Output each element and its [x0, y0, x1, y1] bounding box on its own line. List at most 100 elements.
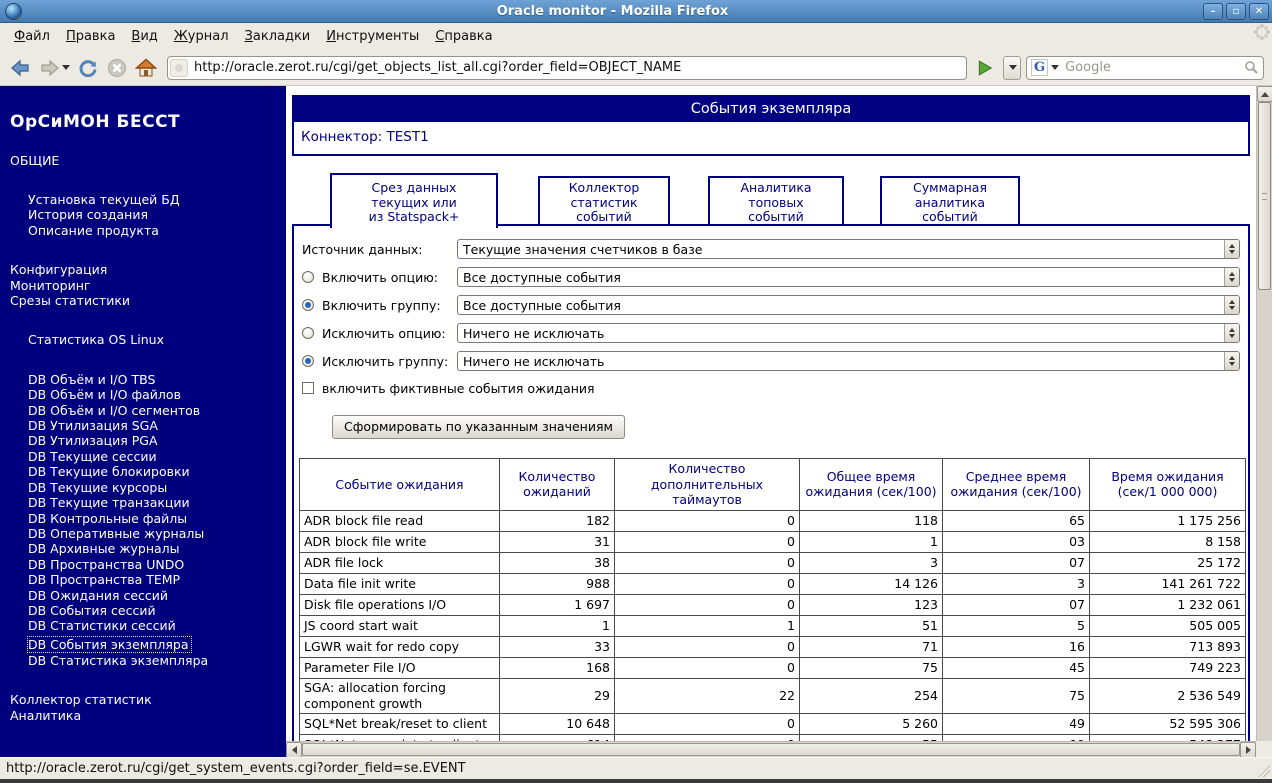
value-cell: 38: [499, 551, 615, 574]
close-button[interactable]: ✕: [1249, 2, 1269, 20]
sidebar-item[interactable]: DB Статистика экземпляра: [28, 653, 282, 668]
sidebar-item[interactable]: История создания: [28, 207, 282, 222]
horizontal-scroll-thumb[interactable]: [302, 743, 1240, 756]
value-cell: 0: [614, 572, 800, 595]
sidebar-item[interactable]: Конфигурация: [10, 262, 282, 277]
url-input[interactable]: http://oracle.zerot.ru/cgi/get_objects_l…: [167, 55, 967, 80]
select-3[interactable]: Ничего не исключать: [457, 323, 1240, 343]
sidebar-item[interactable]: DB Утилизация PGA: [28, 433, 282, 448]
value-cell: 168: [499, 656, 615, 679]
radio-4[interactable]: [302, 355, 314, 367]
sidebar-item[interactable]: DB Архивные журналы: [28, 541, 282, 556]
value-cell: 614: [499, 733, 615, 741]
home-button[interactable]: [134, 56, 158, 80]
select-1[interactable]: Все доступные события: [457, 267, 1240, 287]
minimize-button[interactable]: –: [1203, 2, 1223, 20]
resize-grip[interactable]: [1258, 765, 1270, 777]
menu-item-3[interactable]: Журнал: [166, 25, 237, 48]
url-dropdown-button[interactable]: [1003, 55, 1021, 80]
event-name-cell: Parameter File I/O: [299, 656, 500, 679]
sidebar-section-obschie[interactable]: ОБЩИЕ: [10, 153, 282, 168]
menu-item-2[interactable]: Вид: [123, 25, 165, 48]
radio-3[interactable]: [302, 327, 314, 339]
menu-item-0[interactable]: Файл: [6, 25, 58, 48]
window-title: Oracle monitor - Mozilla Firefox: [496, 3, 729, 19]
sidebar-item[interactable]: Мониторинг: [10, 278, 282, 293]
menu-item-1[interactable]: Правка: [58, 25, 123, 48]
go-button[interactable]: [972, 56, 998, 80]
sidebar-item[interactable]: DB Ожидания сессий: [28, 588, 282, 603]
radio-1[interactable]: [302, 271, 314, 283]
value-cell: 07: [942, 551, 1090, 574]
sidebar-item[interactable]: DB Текущие транзакции: [28, 495, 282, 510]
sidebar-item[interactable]: DB Текущие блокировки: [28, 464, 282, 479]
generate-button[interactable]: Сформировать по указанным значениям: [332, 415, 625, 439]
forward-button[interactable]: [37, 56, 71, 80]
radio-wrap: [302, 355, 322, 367]
table-row: ADR block file write 31 0 1 03 8 158: [299, 530, 1246, 553]
value-cell: 0: [614, 530, 800, 553]
select-arrows-icon: [1224, 268, 1239, 286]
sidebar-item[interactable]: DB Пространства TEMP: [28, 572, 282, 587]
google-engine-icon[interactable]: G: [1031, 59, 1049, 76]
status-bar: http://oracle.zerot.ru/cgi/get_system_ev…: [0, 757, 1272, 779]
value-cell: 1: [799, 530, 943, 553]
fictive-events-checkbox[interactable]: [302, 382, 314, 394]
maximize-button[interactable]: ▫: [1226, 2, 1246, 20]
menu-item-5[interactable]: Инструменты: [318, 25, 427, 48]
horizontal-scrollbar[interactable]: [286, 741, 1256, 757]
sidebar-item[interactable]: DB Объём и I/O сегментов: [28, 403, 282, 418]
table-row: ADR block file read 182 0 118 65 1 175 256: [299, 509, 1246, 532]
value-cell: 1 232 061: [1089, 593, 1246, 616]
stop-button[interactable]: [105, 56, 129, 80]
sidebar-item[interactable]: DB Текущие сессии: [28, 449, 282, 464]
sidebar-item[interactable]: DB Оперативные журналы: [28, 526, 282, 541]
select-arrows-icon: [1224, 240, 1239, 258]
forward-history-dropdown-icon[interactable]: [61, 65, 70, 70]
scroll-right-button[interactable]: [1240, 742, 1256, 757]
sidebar-item[interactable]: DB Пространства UNDO: [28, 557, 282, 572]
scroll-up-button[interactable]: [1257, 86, 1272, 102]
table-row: SGA: allocation forcing component growth…: [299, 677, 1246, 714]
value-cell: 55: [799, 733, 943, 741]
menu-item-4[interactable]: Закладки: [237, 25, 319, 48]
sidebar-item[interactable]: Статистика OS Linux: [28, 332, 282, 347]
back-button[interactable]: [8, 56, 32, 80]
tab-1[interactable]: Коллектор статистик событий: [538, 176, 670, 226]
search-engine-dropdown-icon[interactable]: [1051, 65, 1060, 70]
table-row: LGWR wait for redo copy 33 0 71 16 713 893: [299, 635, 1246, 658]
value-cell: 71: [799, 635, 943, 658]
sidebar-item[interactable]: DB Объём и I/O файлов: [28, 387, 282, 402]
tab-0[interactable]: Срез данных текущих или из Statspack+: [330, 173, 498, 228]
radio-2[interactable]: [302, 299, 314, 311]
sidebar-item[interactable]: Коллектор статистик: [10, 692, 282, 707]
sidebar-item[interactable]: Аналитика: [10, 708, 282, 723]
sidebar-item[interactable]: DB Контрольные файлы: [28, 511, 282, 526]
sidebar-item[interactable]: Срезы статистики: [10, 293, 282, 308]
vertical-scrollbar[interactable]: [1256, 86, 1272, 741]
sidebar-item[interactable]: DB Объём и I/O TBS: [28, 372, 282, 387]
sidebar-item[interactable]: Установка текущей БД: [28, 192, 282, 207]
select-4[interactable]: Ничего не исключать: [457, 351, 1240, 371]
event-name-cell: SQL*Net break/reset to client: [299, 712, 500, 735]
reload-button[interactable]: [76, 56, 100, 80]
sidebar-item[interactable]: DB События экземпляра: [26, 635, 193, 654]
select-2[interactable]: Все доступные события: [457, 295, 1240, 315]
select-0[interactable]: Текущие значения счетчиков в базе: [457, 239, 1240, 259]
menu-item-6[interactable]: Справка: [427, 25, 500, 48]
value-cell: 0: [614, 635, 800, 658]
sidebar-item[interactable]: DB Текущие курсоры: [28, 480, 282, 495]
tab-2[interactable]: Аналитика топовых событий: [708, 176, 844, 226]
value-cell: 25 172: [1089, 551, 1246, 574]
search-input[interactable]: G Google: [1026, 55, 1264, 80]
scroll-left-button[interactable]: [286, 742, 302, 757]
sidebar-group-1: Конфигурация Мониторинг Срезы статистики: [10, 262, 282, 308]
column-header: Событие ожидания: [299, 458, 500, 511]
vertical-scroll-thumb[interactable]: [1258, 102, 1271, 290]
tab-3[interactable]: Суммарная аналитика событий: [880, 176, 1020, 226]
sidebar-item[interactable]: DB Статистики сессий: [28, 618, 282, 633]
sidebar-item[interactable]: DB Утилизация SGA: [28, 418, 282, 433]
sidebar-item[interactable]: Описание продукта: [28, 223, 282, 238]
sidebar-item[interactable]: DB События сессий: [28, 603, 282, 618]
column-header: Общее время ожидания (сек/100): [799, 458, 943, 511]
